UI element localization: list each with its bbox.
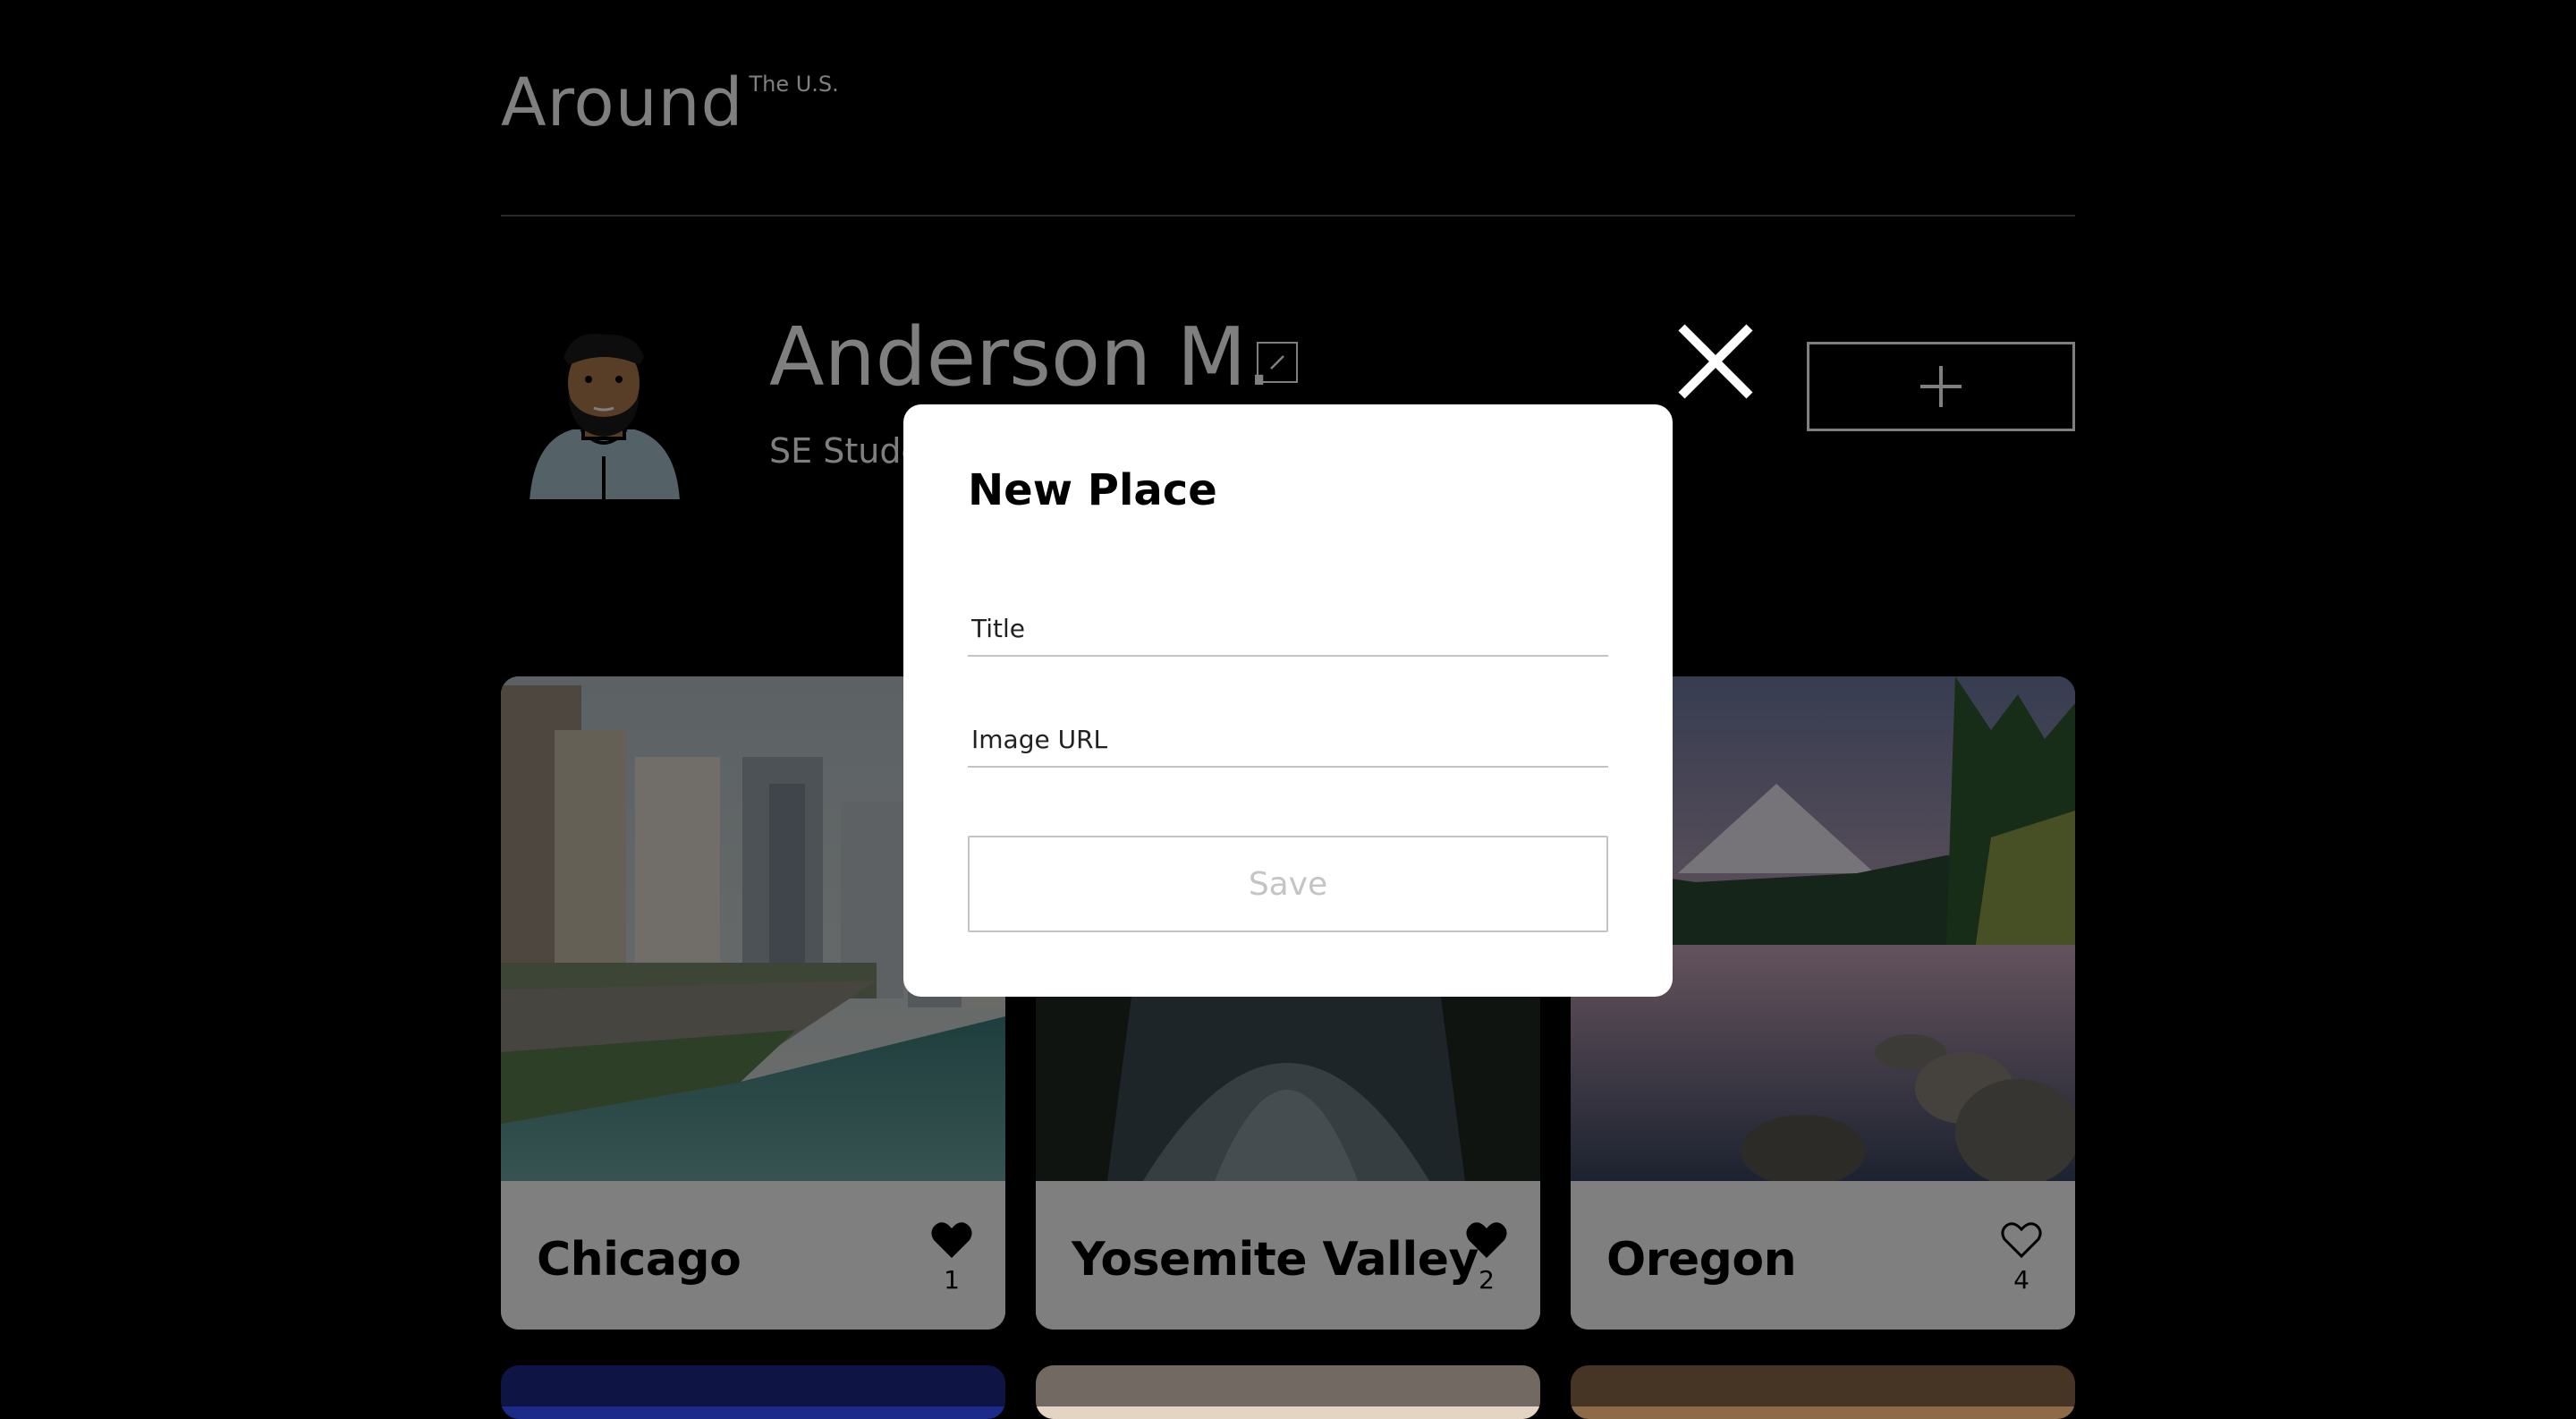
save-button[interactable]: Save xyxy=(968,836,1608,932)
modal-title: New Place xyxy=(968,465,1217,515)
image-url-input[interactable] xyxy=(968,712,1608,768)
title-input[interactable] xyxy=(968,601,1608,657)
close-modal-button[interactable] xyxy=(1678,324,1753,399)
new-place-modal: New Place Save xyxy=(903,404,1673,997)
close-icon xyxy=(1678,324,1753,399)
